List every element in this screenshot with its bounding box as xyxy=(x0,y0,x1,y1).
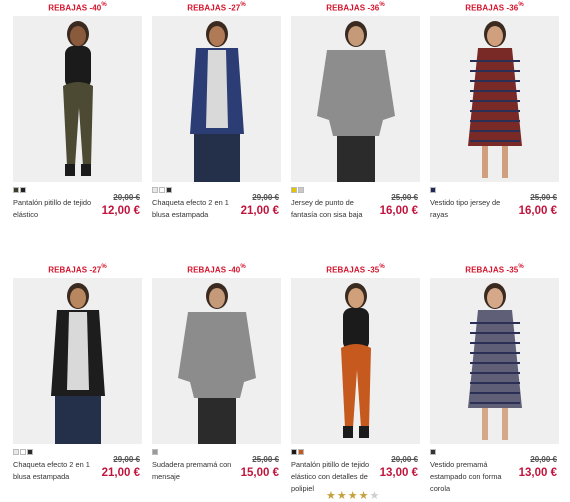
product-name[interactable]: Chaqueta efecto 2 en 1 blusa estampada xyxy=(152,197,232,221)
color-swatches xyxy=(291,187,304,194)
product-card[interactable]: REBAJAS -36% Jersey de punto de fantasía… xyxy=(290,0,421,238)
color-swatch[interactable] xyxy=(166,187,172,193)
discount-badge: REBAJAS -36% xyxy=(465,2,524,13)
discount-badge: REBAJAS -40% xyxy=(48,2,107,13)
product-card[interactable]: REBAJAS -40% Pantalón pitillo de tejido … xyxy=(12,0,143,238)
discount-badge: REBAJAS -40% xyxy=(187,264,246,275)
product-name[interactable]: Pantalón pitillo de tejido elástico xyxy=(13,197,93,221)
product-image[interactable] xyxy=(291,278,420,444)
rating-stars: ★★★★★ xyxy=(326,489,380,502)
color-swatch[interactable] xyxy=(13,449,19,455)
sale-price: 16,00 € xyxy=(518,205,557,217)
color-swatch[interactable] xyxy=(20,187,26,193)
color-swatches xyxy=(152,449,158,456)
color-swatch[interactable] xyxy=(298,449,304,455)
product-image[interactable] xyxy=(152,16,281,182)
product-card[interactable]: REBAJAS -35% Vestido premamá estampado c… xyxy=(429,262,560,500)
sale-price: 13,00 € xyxy=(518,467,557,479)
product-image[interactable] xyxy=(291,16,420,182)
sale-price: 13,00 € xyxy=(379,467,418,479)
color-swatches xyxy=(13,187,26,194)
sale-price: 21,00 € xyxy=(240,205,279,217)
old-price: 25,00 € xyxy=(252,455,279,464)
old-price: 20,00 € xyxy=(391,455,418,464)
color-swatch[interactable] xyxy=(298,187,304,193)
color-swatch[interactable] xyxy=(430,187,436,193)
color-swatches xyxy=(291,449,304,456)
discount-badge: REBAJAS -36% xyxy=(326,2,385,13)
discount-badge: REBAJAS -27% xyxy=(48,264,107,275)
discount-badge: REBAJAS -27% xyxy=(187,2,246,13)
color-swatches xyxy=(430,187,436,194)
color-swatches xyxy=(152,187,172,194)
product-name[interactable]: Sudadera premamá con mensaje xyxy=(152,459,232,483)
product-image[interactable] xyxy=(152,278,281,444)
product-image[interactable] xyxy=(13,16,142,182)
color-swatches xyxy=(13,449,33,456)
product-card[interactable]: REBAJAS -36% Vestido tipo jersey de raya… xyxy=(429,0,560,238)
old-price: 20,00 € xyxy=(113,193,140,202)
discount-badge: REBAJAS -35% xyxy=(326,264,385,275)
color-swatch[interactable] xyxy=(291,449,297,455)
old-price: 25,00 € xyxy=(530,193,557,202)
color-swatch[interactable] xyxy=(159,187,165,193)
product-image[interactable] xyxy=(430,278,559,444)
old-price: 25,00 € xyxy=(391,193,418,202)
color-swatch[interactable] xyxy=(27,449,33,455)
color-swatch[interactable] xyxy=(152,449,158,455)
color-swatches xyxy=(430,449,436,456)
color-swatch[interactable] xyxy=(152,187,158,193)
product-name[interactable]: Jersey de punto de fantasía con sisa baj… xyxy=(291,197,371,221)
old-price: 20,00 € xyxy=(530,455,557,464)
sale-price: 12,00 € xyxy=(101,205,140,217)
product-image[interactable] xyxy=(13,278,142,444)
sale-price: 15,00 € xyxy=(240,467,279,479)
product-card[interactable]: REBAJAS -27% Chaqueta efecto 2 en 1 blus… xyxy=(151,0,282,238)
old-price: 29,00 € xyxy=(113,455,140,464)
product-card[interactable]: REBAJAS -40% Sudadera premamá con mensaj… xyxy=(151,262,282,500)
color-swatch[interactable] xyxy=(291,187,297,193)
color-swatch[interactable] xyxy=(430,449,436,455)
sale-price: 21,00 € xyxy=(101,467,140,479)
product-name[interactable]: Chaqueta efecto 2 en 1 blusa estampada xyxy=(13,459,93,483)
sale-price: 16,00 € xyxy=(379,205,418,217)
product-image[interactable] xyxy=(430,16,559,182)
color-swatch[interactable] xyxy=(13,187,19,193)
rating-empty: ★ xyxy=(369,490,381,502)
rating-filled: ★★★★ xyxy=(326,490,370,502)
color-swatch[interactable] xyxy=(20,449,26,455)
product-card[interactable]: REBAJAS -35% Pantalón pitillo de tejido … xyxy=(290,262,421,500)
product-card[interactable]: REBAJAS -27% Chaqueta efecto 2 en 1 blus… xyxy=(12,262,143,500)
product-name[interactable]: Vestido tipo jersey de rayas xyxy=(430,197,510,221)
discount-badge: REBAJAS -35% xyxy=(465,264,524,275)
old-price: 29,00 € xyxy=(252,193,279,202)
product-grid: REBAJAS -40% Pantalón pitillo de tejido … xyxy=(0,0,570,501)
product-name[interactable]: Vestido premamá estampado con forma coro… xyxy=(430,459,510,495)
